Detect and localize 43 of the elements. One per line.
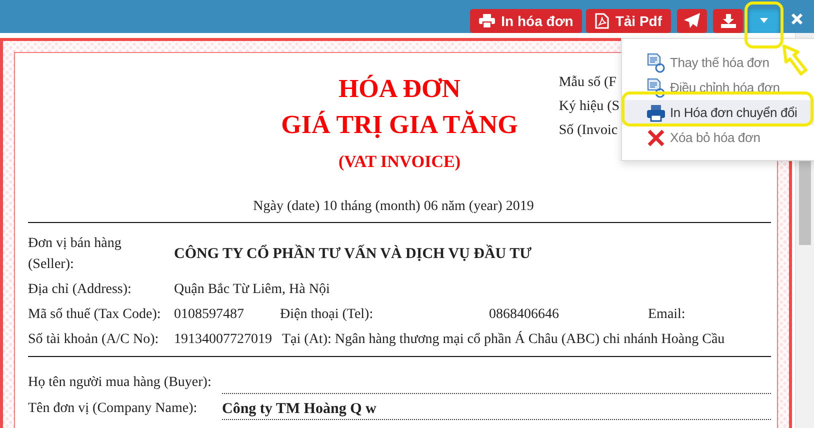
paper-plane-icon — [684, 13, 700, 28]
highlight-outline — [744, 2, 784, 48]
toolbar-button[interactable]: In hóa đơn — [470, 8, 582, 32]
pdf-file-icon — [595, 12, 610, 28]
field-value: 0868406646 — [489, 306, 560, 324]
download-icon — [720, 14, 736, 28]
menu-item[interactable]: Thay thế hóa đơn — [622, 50, 814, 75]
field-label: Số tài khoản (A/C No): — [28, 331, 160, 349]
invoice-title: GIÁ TRỊ GIA TĂNG — [281, 109, 518, 141]
invoice-date: Ngày (date) 10 tháng (month) 06 năm (year) 2019 — [28, 197, 771, 223]
invoice-subtitle: (VAT INVOICE) — [338, 151, 462, 173]
field-value: 0108597487 — [174, 306, 245, 324]
form-field-label: Mẫu số (F — [558, 74, 616, 92]
bank-info: Tại (At): Ngân hàng thương mại cổ phần Á Châu (ABC) chi nhánh Hoàng Cầu — [282, 330, 725, 349]
menu-item[interactable]: Xóa bỏ hóa đơn — [622, 125, 814, 150]
field-label: Điện thoại (Tel): — [280, 306, 374, 324]
icon-button[interactable] — [677, 8, 707, 32]
field-label: Email: — [648, 306, 686, 324]
dropdown-button[interactable] — [749, 8, 779, 32]
printer-icon — [646, 104, 666, 122]
document-refresh-icon — [646, 78, 666, 98]
field-value: 19134007727019 — [174, 331, 273, 349]
form-field-label: Số (Invoic — [558, 122, 618, 140]
close-icon — [791, 12, 803, 24]
cross-icon — [646, 128, 666, 146]
invoice-title: HÓA ĐƠN — [337, 73, 462, 105]
field-label: Họ tên người mua hàng (Buyer): — [28, 374, 212, 392]
caret-icon — [760, 18, 768, 23]
seller-name: CÔNG TY CỔ PHẦN TƯ VẤN VÀ DỊCH VỤ ĐẦU TƯ — [174, 244, 532, 264]
menu-item[interactable]: In Hóa đơn chuyển đổi — [622, 100, 814, 125]
toolbar-button[interactable]: Tải Pdf — [586, 8, 671, 32]
field-label: Địa chỉ (Address): — [28, 281, 132, 299]
input-field: Công ty TM Hoàng Q w — [222, 399, 771, 420]
icon-button[interactable] — [713, 8, 743, 32]
field-label: Đơn vị bán hàng (Seller): — [28, 235, 122, 274]
close-button[interactable] — [790, 12, 804, 26]
arrow-outline — [782, 44, 808, 76]
form-field-label: Ký hiệu (S — [558, 98, 620, 116]
field-label: Tên đơn vị (Company Name): — [28, 400, 198, 418]
field-value: Quận Bắc Từ Liêm, Hà Nội — [174, 281, 330, 299]
field-label: Mã số thuế (Tax Code): — [28, 306, 162, 324]
document-refresh-icon — [646, 52, 666, 72]
printer-icon — [479, 14, 496, 28]
